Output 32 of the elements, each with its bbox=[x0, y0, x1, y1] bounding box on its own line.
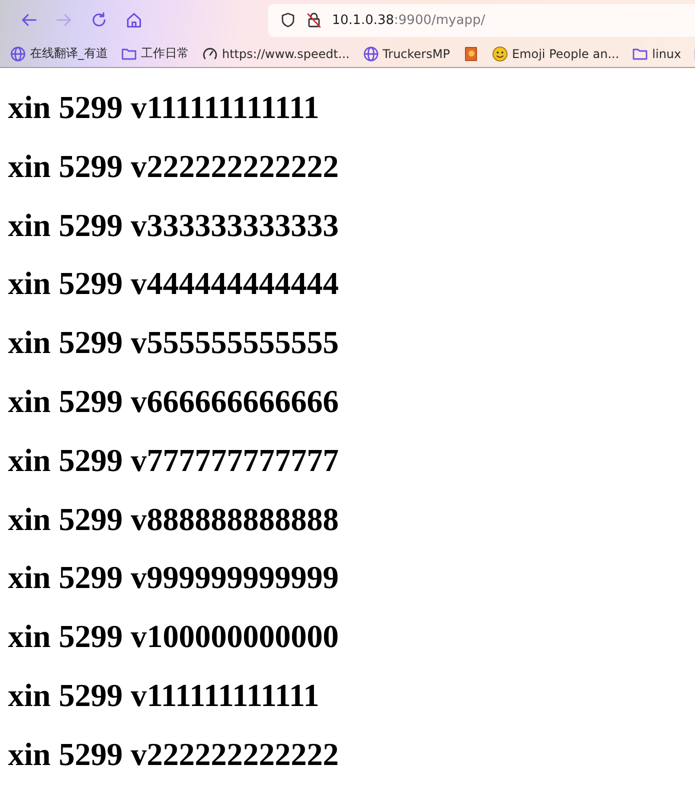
heading: xin 5299 v222222222222 bbox=[8, 736, 340, 773]
bookmark[interactable]: https://www.speedt... bbox=[202, 46, 350, 62]
url-text: 10.1.0.38:9900/myapp/ bbox=[332, 12, 486, 28]
crossed-lock-icon bbox=[306, 12, 322, 28]
bookmark[interactable]: 工作日常 bbox=[121, 45, 189, 62]
heading: xin 5299 v111111111111 bbox=[8, 89, 320, 126]
bookmark[interactable] bbox=[462, 46, 479, 62]
heading: xin 5299 v444444444444 bbox=[8, 265, 340, 302]
book-icon bbox=[462, 46, 479, 62]
bookmark[interactable]: TruckersMP bbox=[362, 46, 450, 62]
heading: xin 5299 v111111111111 bbox=[8, 676, 320, 714]
reload-icon bbox=[90, 11, 108, 29]
heading: xin 5299 v555555555555 bbox=[8, 324, 340, 362]
address-bar[interactable]: 10.1.0.38:9900/myapp/ bbox=[268, 4, 695, 36]
heading: xin 5299 v333333333333 bbox=[8, 206, 340, 244]
shield-icon bbox=[280, 12, 296, 28]
back-arrow-icon bbox=[20, 11, 38, 29]
gauge-icon bbox=[202, 46, 218, 62]
heading: xin 5299 v999999999999 bbox=[8, 559, 340, 596]
bookmark[interactable]: linux bbox=[632, 46, 682, 62]
smiley-icon bbox=[492, 46, 508, 62]
heading: xin 5299 v666666666666 bbox=[8, 382, 340, 420]
globe-icon bbox=[362, 46, 379, 62]
bookmark[interactable]: Emoji People an... bbox=[492, 46, 620, 62]
heading: xin 5299 v222222222222 bbox=[8, 148, 340, 185]
heading: xin 5299 v100000000000 bbox=[8, 618, 340, 656]
heading: xin 5299 v888888888888 bbox=[8, 500, 340, 538]
forward-arrow-icon bbox=[55, 11, 73, 29]
globe-icon bbox=[10, 46, 26, 62]
heading: xin 5299 v777777777777 bbox=[8, 442, 340, 479]
home-icon bbox=[125, 11, 143, 29]
bookmark[interactable]: 在线翻译_有道 bbox=[10, 45, 108, 62]
